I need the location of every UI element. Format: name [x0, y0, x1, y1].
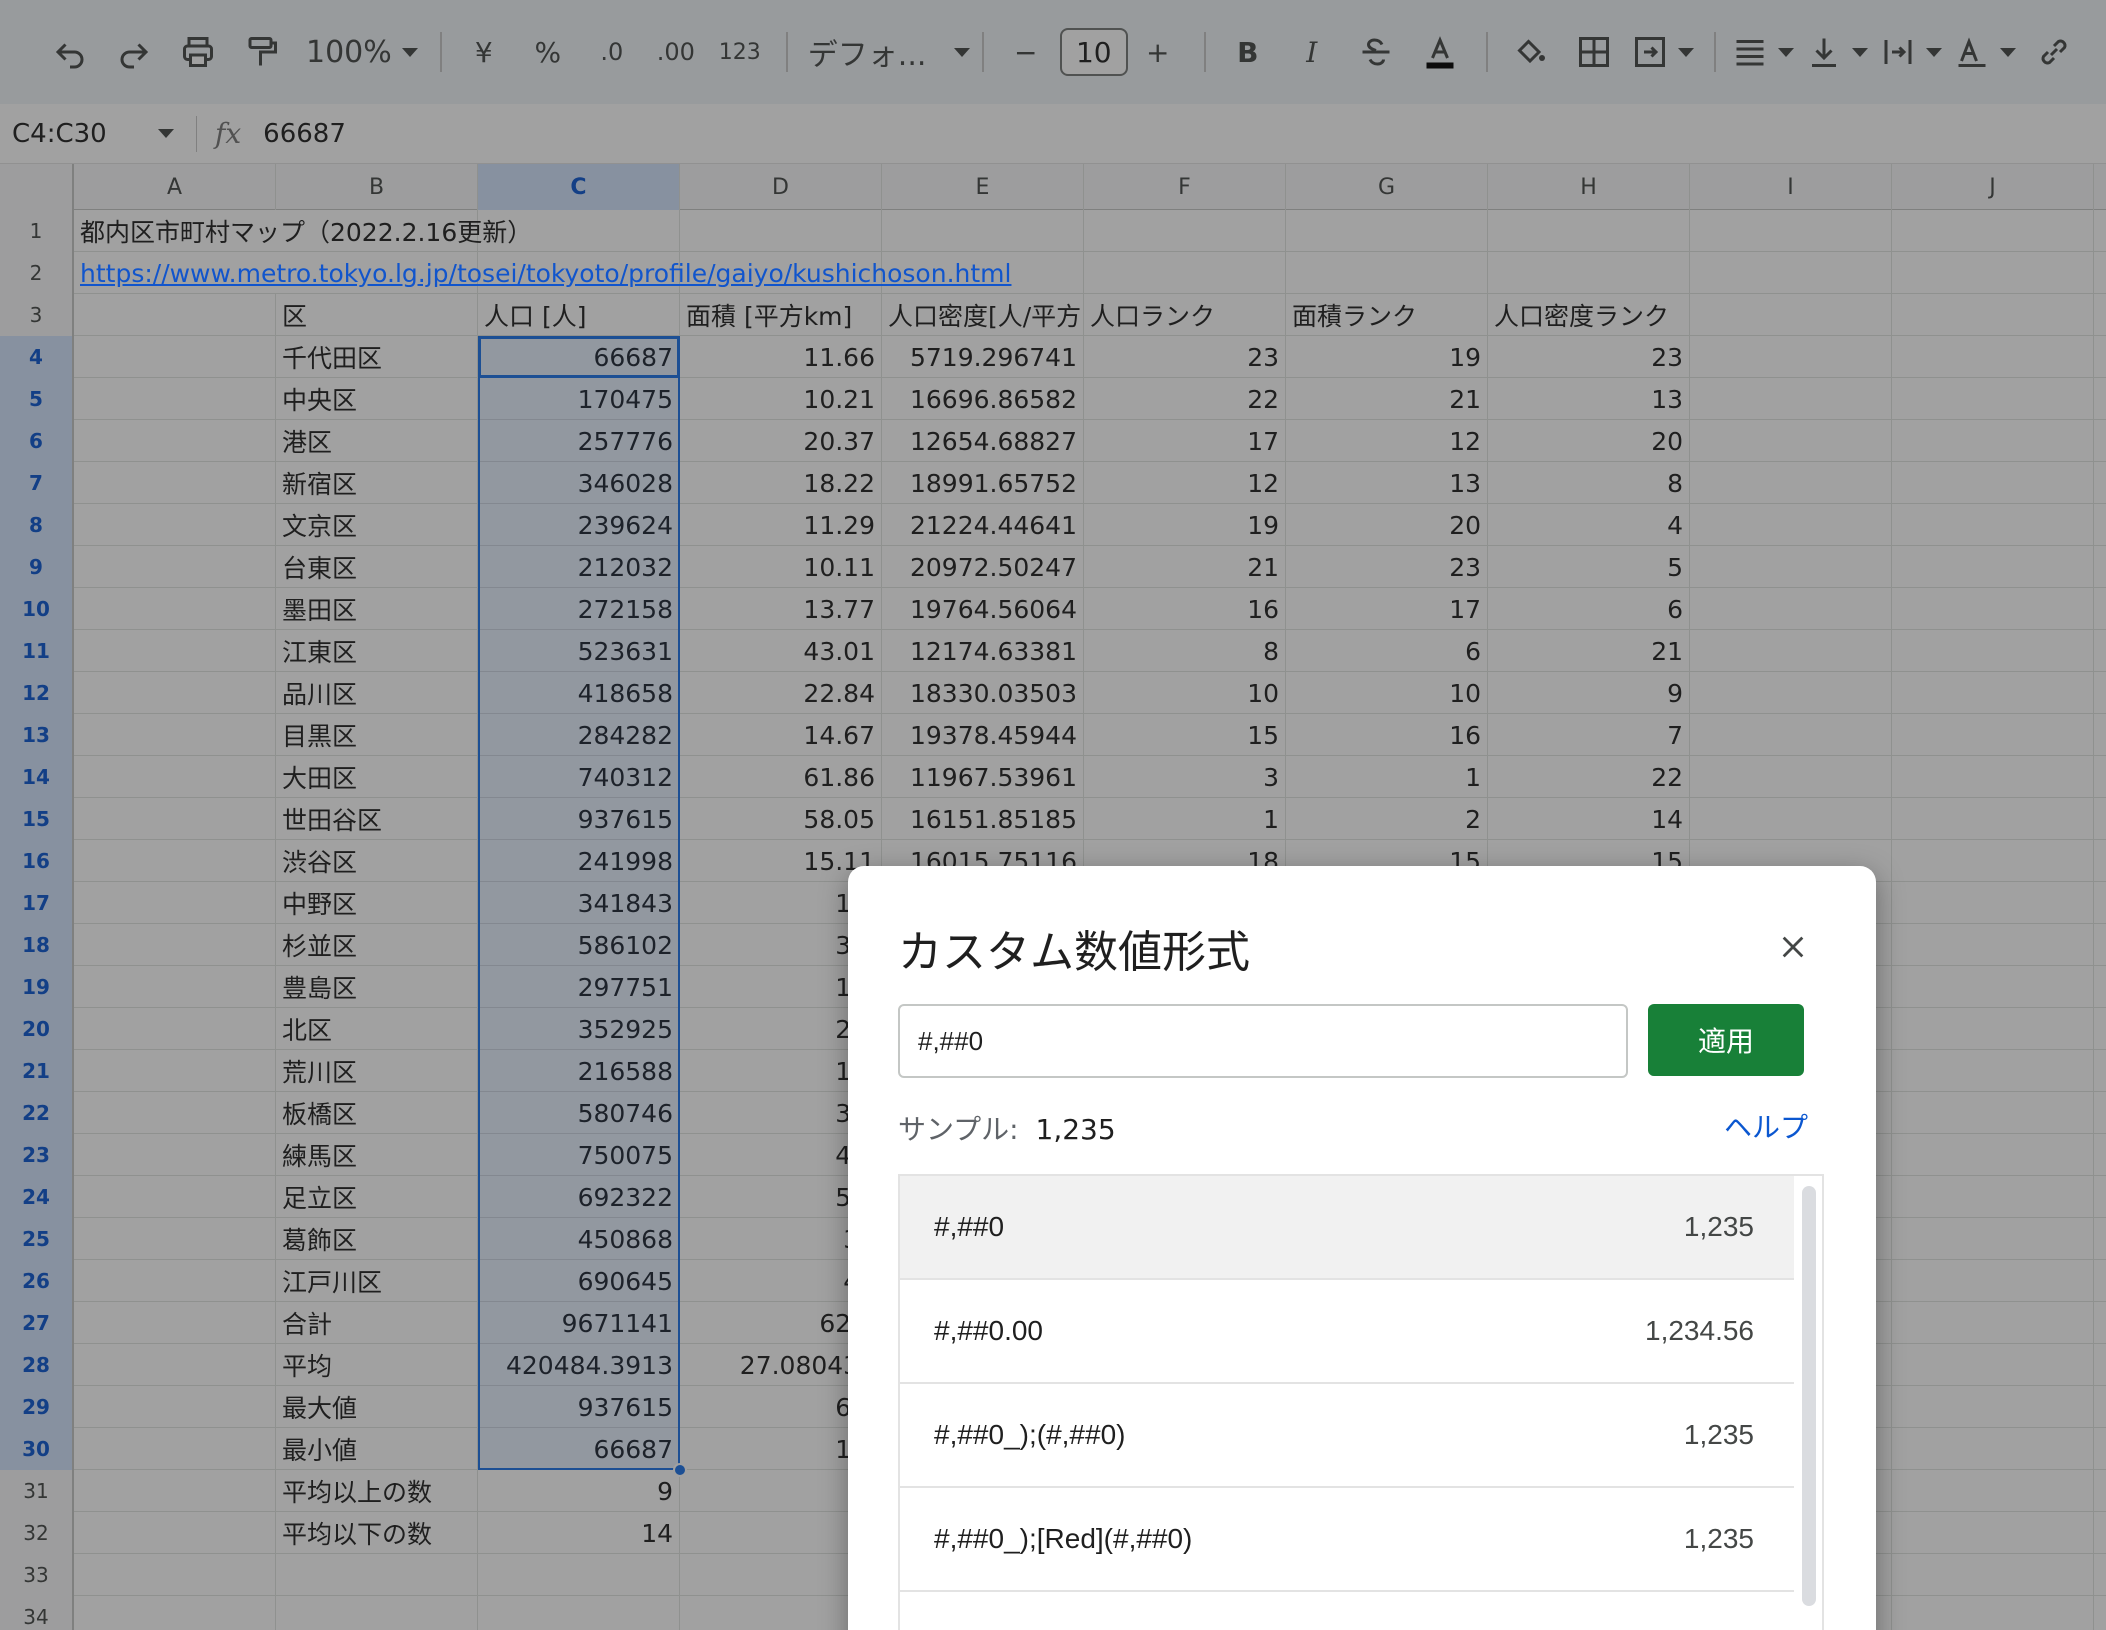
close-button[interactable]: [1768, 922, 1818, 972]
format-pattern: #,##0_);(#,##0): [934, 1419, 1126, 1450]
format-sample: 1,234.56: [1645, 1315, 1754, 1346]
cell-a1[interactable]: 都内区市町村マップ（2022.2.16更新）: [74, 210, 532, 252]
format-list-item[interactable]: #,##0 1,235: [900, 1176, 1794, 1280]
close-icon: [1782, 936, 1804, 958]
format-pattern: #,##0.00: [934, 1315, 1043, 1346]
format-list-scrollbar[interactable]: [1802, 1186, 1816, 1606]
custom-number-format-dialog: カスタム数値形式 適用 サンプル: 1,235 ヘルプ #,##0 1,235 …: [848, 866, 1876, 1630]
format-list-item[interactable]: #,##0_);[Red](#,##0) 1,235: [900, 1488, 1794, 1592]
format-sample: 1,235: [1683, 1419, 1754, 1450]
format-sample: 1,235: [1683, 1523, 1754, 1554]
cell-a2[interactable]: https://www.metro.tokyo.lg.jp/tosei/toky…: [74, 252, 1011, 294]
format-list-item[interactable]: #,##0.00 1,234.56: [900, 1280, 1794, 1384]
sample-value: 1,235: [1035, 1113, 1116, 1146]
sample-preview: サンプル: 1,235: [898, 1108, 1116, 1148]
format-pattern: #,##0: [934, 1211, 1005, 1242]
format-pattern: #,##0_);[Red](#,##0): [934, 1523, 1193, 1554]
sample-label: サンプル:: [898, 1113, 1019, 1146]
format-list-item[interactable]: [900, 1592, 1794, 1630]
format-sample: 1,235: [1683, 1211, 1754, 1242]
apply-button[interactable]: 適用: [1648, 1004, 1804, 1076]
format-input[interactable]: [898, 1004, 1628, 1078]
format-list-item[interactable]: #,##0_);(#,##0) 1,235: [900, 1384, 1794, 1488]
source-link[interactable]: https://www.metro.tokyo.lg.jp/tosei/toky…: [80, 259, 1011, 288]
dialog-title: カスタム数値形式: [898, 927, 1250, 978]
help-link[interactable]: ヘルプ: [1724, 1106, 1808, 1146]
format-list: #,##0 1,235 #,##0.00 1,234.56 #,##0_);(#…: [898, 1174, 1824, 1630]
spreadsheet-app: 100% ¥ % .0 .00 123 デフォ... − 10 + B I C4…: [0, 0, 2106, 1630]
